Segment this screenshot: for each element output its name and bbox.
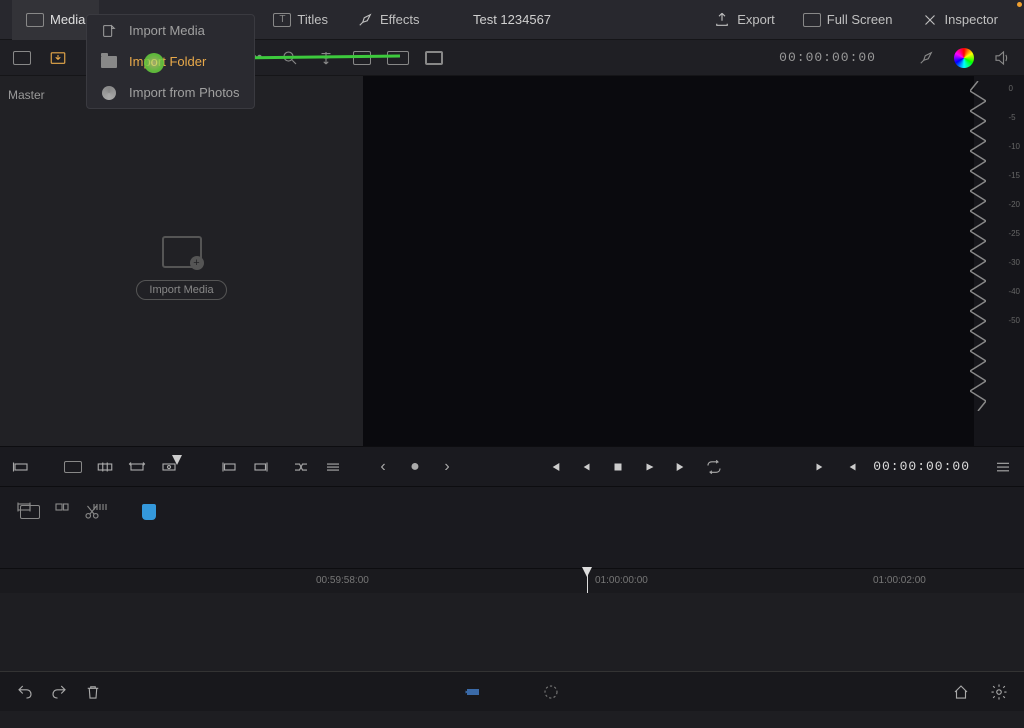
- fullscreen-button[interactable]: Full Screen: [789, 0, 907, 40]
- replace-tool[interactable]: [96, 458, 114, 476]
- fullscreen-icon: [803, 13, 821, 27]
- import-photos-item[interactable]: Import from Photos: [87, 77, 254, 108]
- export-button[interactable]: Export: [699, 0, 789, 40]
- import-dropdown: Import Media Import Folder Import from P…: [86, 14, 255, 109]
- track-view-tool[interactable]: [18, 500, 42, 524]
- transition-tool-1[interactable]: [292, 458, 310, 476]
- trim-out-tool[interactable]: [252, 458, 270, 476]
- marker-tool[interactable]: [142, 504, 156, 520]
- import-media-item-label: Import Media: [129, 23, 205, 38]
- export-label: Export: [737, 12, 775, 27]
- stop-button[interactable]: [609, 458, 627, 476]
- undo-button[interactable]: [16, 683, 34, 701]
- settings-button[interactable]: [990, 683, 1008, 701]
- import-media-button[interactable]: Import Media: [136, 280, 226, 300]
- transition-group: [292, 458, 342, 476]
- home-button[interactable]: [952, 683, 970, 701]
- fullscreen-label: Full Screen: [827, 12, 893, 27]
- audio-waveform-icon: [970, 81, 986, 411]
- transport-bar: ‹ ● › 00:00:00:00: [0, 446, 1024, 486]
- marker-dot[interactable]: ●: [406, 458, 424, 476]
- insert-tool[interactable]: [12, 458, 30, 476]
- page-cut-icon[interactable]: [464, 683, 482, 701]
- track-tool-column: [18, 500, 156, 524]
- go-end-button[interactable]: [673, 458, 691, 476]
- step-back-button[interactable]: [577, 458, 595, 476]
- aspect-button-3[interactable]: [420, 44, 448, 72]
- go-start-button[interactable]: [545, 458, 563, 476]
- folder-icon: [101, 55, 117, 69]
- timecode-mark: 00:59:58:00: [316, 575, 369, 586]
- fit-tool[interactable]: [128, 458, 146, 476]
- transport-timecode[interactable]: 00:00:00:00: [873, 459, 970, 474]
- search-button[interactable]: [276, 44, 304, 72]
- import-dropdown-button[interactable]: [44, 44, 72, 72]
- bottom-right-group: [952, 683, 1008, 701]
- effect-button[interactable]: [912, 44, 940, 72]
- import-folder-item[interactable]: Import Folder: [87, 46, 254, 77]
- page-loading-icon[interactable]: [542, 683, 560, 701]
- notification-dot: [1017, 2, 1022, 7]
- import-photos-item-label: Import from Photos: [129, 85, 240, 100]
- loop-button[interactable]: [705, 458, 723, 476]
- import-placeholder-icon: [162, 236, 202, 268]
- in-out-group: [811, 458, 861, 476]
- master-folder-label[interactable]: Master: [8, 88, 45, 102]
- aspect-button-2[interactable]: [384, 44, 412, 72]
- titles-tab-label: Titles: [297, 12, 328, 27]
- titles-icon: T: [273, 13, 291, 27]
- menu-button[interactable]: [994, 458, 1012, 476]
- export-icon: [713, 11, 731, 29]
- import-folder-item-label: Import Folder: [129, 54, 206, 69]
- effects-icon: [356, 11, 374, 29]
- panel-layout-button[interactable]: [8, 44, 36, 72]
- effects-tab-label: Effects: [380, 12, 420, 27]
- import-media-item-icon: [101, 24, 117, 38]
- color-wheel-icon[interactable]: [954, 48, 974, 68]
- inspector-icon: [921, 11, 939, 29]
- nav-arrow-group: ‹ ● ›: [374, 458, 456, 476]
- top-right-tabs: Export Full Screen Inspector: [699, 0, 1012, 40]
- timecode-mark: 01:00:02:00: [873, 575, 926, 586]
- go-out-button[interactable]: [843, 458, 861, 476]
- prev-arrow[interactable]: ‹: [374, 458, 392, 476]
- inspector-button[interactable]: Inspector: [907, 0, 1012, 40]
- media-pool[interactable]: Master Import Media: [0, 76, 363, 446]
- timeline-ruler[interactable]: 00:59:58:00 01:00:00:00 01:00:02:00: [0, 569, 1024, 593]
- main-area: Master Import Media 0 -5 -10 -15 -20 -25…: [0, 76, 1024, 446]
- trim-in-tool[interactable]: [220, 458, 238, 476]
- playback-group: [545, 458, 723, 476]
- sort-button[interactable]: [312, 44, 340, 72]
- import-media-item[interactable]: Import Media: [87, 15, 254, 46]
- media-tab-label: Media: [50, 12, 85, 27]
- bottom-bar: [0, 671, 1024, 711]
- project-title: Test 1234567: [473, 12, 551, 27]
- effects-tab[interactable]: Effects: [342, 0, 434, 40]
- meter-scale: 0 -5 -10 -15 -20 -25 -30 -40 -50: [1008, 84, 1020, 325]
- trim-tool-group: [220, 458, 270, 476]
- speaker-button[interactable]: [988, 44, 1016, 72]
- delete-button[interactable]: [84, 683, 102, 701]
- playhead[interactable]: [587, 569, 588, 593]
- playhead-head-icon: [582, 567, 592, 577]
- redo-button[interactable]: [50, 683, 68, 701]
- import-placeholder: Import Media: [0, 236, 363, 300]
- titles-tab[interactable]: T Titles: [259, 0, 342, 40]
- transition-tool-2[interactable]: [324, 458, 342, 476]
- edit-tool-group: [12, 458, 178, 476]
- viewer-timecode: 00:00:00:00: [779, 50, 876, 65]
- viewer-panel[interactable]: 0 -5 -10 -15 -20 -25 -30 -40 -50: [363, 76, 1024, 446]
- next-arrow[interactable]: ›: [438, 458, 456, 476]
- timeline-tools: [0, 486, 1024, 568]
- inspector-label: Inspector: [945, 12, 998, 27]
- razor-tool[interactable]: [80, 500, 104, 524]
- overwrite-tool[interactable]: [64, 458, 82, 476]
- aspect-button-1[interactable]: [348, 44, 376, 72]
- photos-icon: [101, 86, 117, 100]
- go-in-button[interactable]: [811, 458, 829, 476]
- audio-meter: 0 -5 -10 -15 -20 -25 -30 -40 -50: [974, 76, 1024, 446]
- media-icon: [26, 13, 44, 27]
- timecode-mark: 01:00:00:00: [595, 575, 648, 586]
- play-button[interactable]: [641, 458, 659, 476]
